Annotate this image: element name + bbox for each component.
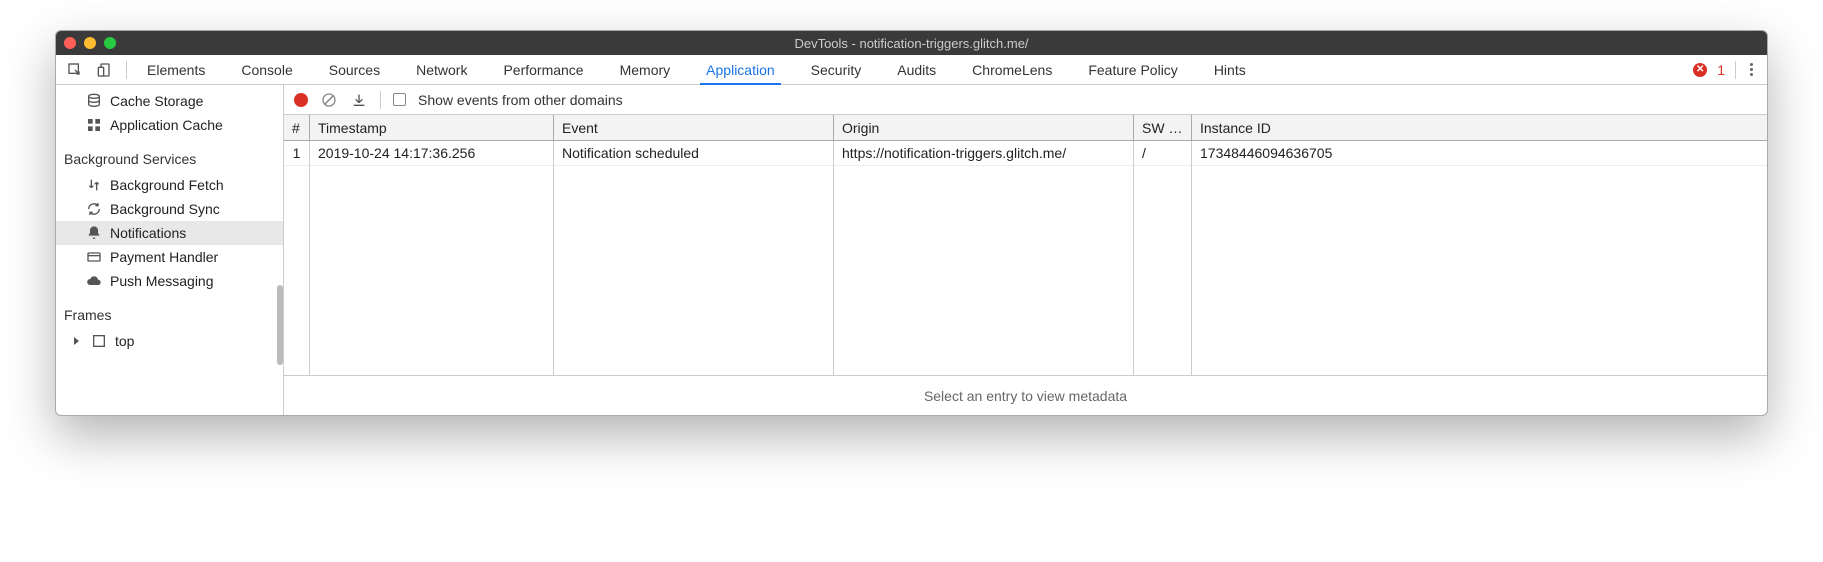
status-bar: Select an entry to view metadata [284,375,1767,415]
card-icon [86,249,102,265]
grid-icon [86,117,102,133]
tab-chromelens[interactable]: ChromeLens [972,56,1052,84]
window-maximize-button[interactable] [104,37,116,49]
sidebar-item-label: Cache Storage [110,93,203,109]
cell-timestamp: 2019-10-24 14:17:36.256 [310,141,554,165]
sidebar-item-label: Push Messaging [110,273,214,289]
cell-sw: / [1134,141,1192,165]
sync-icon [86,201,102,217]
tab-security[interactable]: Security [811,56,862,84]
cell-instance: 17348446094636705 [1192,141,1767,165]
sidebar-item-background-sync[interactable]: Background Sync [56,197,283,221]
main-panel: Show events from other domains # Timesta… [284,85,1767,415]
sidebar-item-payment-handler[interactable]: Payment Handler [56,245,283,269]
sidebar-item-label: Application Cache [110,117,223,133]
transfer-icon [86,177,102,193]
sidebar: Cache Storage Application Cache Background… [56,85,284,415]
show-other-domains-checkbox[interactable] [393,93,406,106]
error-icon[interactable]: ✕ [1693,63,1707,77]
table-body: 1 2019-10-24 14:17:36.256 Notification s… [284,141,1767,375]
divider [1735,61,1736,79]
cell-origin: https://notification-triggers.glitch.me/ [834,141,1134,165]
column-origin[interactable]: Origin [834,115,1134,140]
sidebar-item-label: Payment Handler [110,249,218,265]
cell-index: 1 [284,141,310,165]
inspect-icon[interactable] [66,61,84,79]
sidebar-item-notifications[interactable]: Notifications [56,221,283,245]
sidebar-item-top[interactable]: top [56,329,283,353]
tab-application[interactable]: Application [706,56,775,84]
column-event[interactable]: Event [554,115,834,140]
show-other-domains-label: Show events from other domains [418,92,623,108]
device-mode-icon[interactable] [96,61,114,79]
sidebar-item-label: top [115,333,134,349]
devtools-window: DevTools - notification-triggers.glitch.… [55,30,1768,416]
window-close-button[interactable] [64,37,76,49]
error-count[interactable]: 1 [1717,62,1725,78]
menu-icon[interactable] [1746,59,1757,80]
window-minimize-button[interactable] [84,37,96,49]
cell-event: Notification scheduled [554,141,834,165]
main-tabbar: Elements Console Sources Network Performance… [56,55,1767,85]
tab-performance[interactable]: Performance [503,56,583,84]
sidebar-item-label: Notifications [110,225,186,241]
status-message: Select an entry to view metadata [924,388,1127,404]
tab-audits[interactable]: Audits [897,56,936,84]
download-icon[interactable] [350,91,368,109]
cloud-icon [86,273,102,289]
sidebar-item-label: Background Fetch [110,177,224,193]
tab-sources[interactable]: Sources [329,56,380,84]
tab-elements[interactable]: Elements [147,56,205,84]
column-index[interactable]: # [284,115,310,140]
column-instance[interactable]: Instance ID [1192,115,1767,140]
table-row[interactable]: 1 2019-10-24 14:17:36.256 Notification s… [284,141,1767,166]
titlebar: DevTools - notification-triggers.glitch.… [56,31,1767,55]
window-title: DevTools - notification-triggers.glitch.… [56,36,1767,51]
clear-icon[interactable] [320,91,338,109]
sidebar-item-background-fetch[interactable]: Background Fetch [56,173,283,197]
sidebar-item-push-messaging[interactable]: Push Messaging [56,269,283,293]
frame-icon [91,333,107,349]
table-header: # Timestamp Event Origin SW … Instance I… [284,115,1767,141]
tab-network[interactable]: Network [416,56,467,84]
divider [126,61,127,79]
tab-feature-policy[interactable]: Feature Policy [1088,56,1177,84]
disclosure-icon[interactable] [74,337,79,345]
tab-hints[interactable]: Hints [1214,56,1246,84]
sidebar-item-application-cache[interactable]: Application Cache [56,113,283,137]
divider [380,91,381,109]
sidebar-heading: Frames [56,301,283,329]
bell-icon [86,225,102,241]
database-icon [86,93,102,109]
column-timestamp[interactable]: Timestamp [310,115,554,140]
column-sw[interactable]: SW … [1134,115,1192,140]
sidebar-item-cache-storage[interactable]: Cache Storage [56,89,283,113]
tab-memory[interactable]: Memory [620,56,671,84]
events-toolbar: Show events from other domains [284,85,1767,115]
tab-console[interactable]: Console [241,56,292,84]
sidebar-scrollbar[interactable] [277,285,283,365]
sidebar-item-label: Background Sync [110,201,220,217]
record-button[interactable] [294,93,308,107]
sidebar-heading: Background Services [56,145,283,173]
